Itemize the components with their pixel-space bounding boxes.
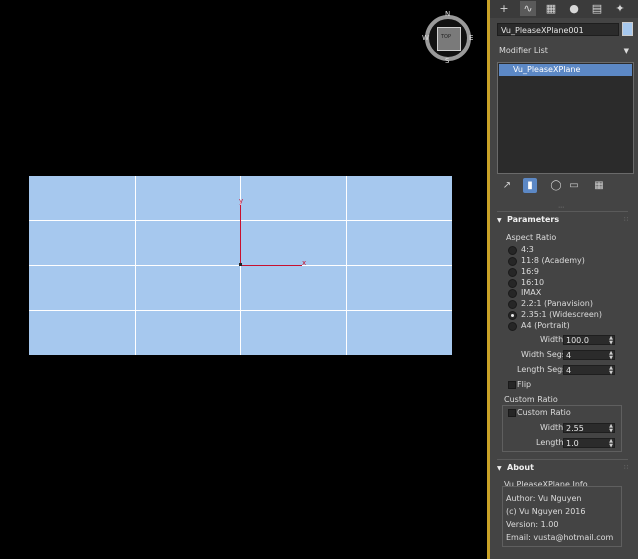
radio-label[interactable]: A4 (Portrait) [521,321,570,330]
about-copyright: (c) Vu Nguyen 2016 [506,507,586,516]
flip-checkbox[interactable] [508,381,516,389]
x-axis-label: x [302,259,307,267]
modifier-stack-item[interactable]: Vu_PleaseXPlane [499,64,632,76]
command-panel-tabs: + ∿ ▦ ● ▤ ✦ [490,0,638,18]
custom-length-value: 1.0 [566,439,579,448]
radio-label[interactable]: 2.2:1 (Panavision) [521,299,593,308]
custom-width-value: 2.55 [566,424,584,433]
utilities-tab-wrench-icon[interactable]: ✦ [612,1,628,16]
motion-tab-icon[interactable]: ● [566,1,582,16]
dropdown-arrow-icon: ▼ [623,47,629,55]
command-panel: + ∿ ▦ ● ▤ ✦ Vu_PleaseXPlane001 Modifier … [490,0,638,559]
about-email: Email: vusta@hotmail.com [506,533,614,542]
spinner-arrows-icon[interactable]: ▲ ▼ [609,424,613,434]
width-segs-value: 4 [566,351,572,360]
display-tab-icon[interactable]: ▤ [589,1,605,16]
rollout-options-icon: ∷ [624,216,628,223]
spinner-arrows-icon[interactable]: ▲ ▼ [609,439,613,449]
width-label: Width [540,335,564,344]
custom-length-label: Length [536,438,564,447]
radio-panavision[interactable] [508,300,517,309]
y-axis-label: y [239,197,244,205]
length-segs-label: Length Segs [517,365,567,374]
object-color-swatch[interactable] [622,22,633,36]
perspective-viewport[interactable]: y x TOP N S W E [0,0,489,559]
flip-label[interactable]: Flip [517,380,531,389]
x-axis-gizmo[interactable] [241,265,302,266]
radio-label[interactable]: IMAX [521,288,541,297]
viewcube-face-label: TOP [441,34,452,40]
spinner-arrows-icon[interactable]: ▲ ▼ [609,366,613,376]
collapse-arrow-icon: ▼ [497,217,502,224]
compass-west[interactable]: W [422,34,429,42]
width-spinner[interactable]: 100.0 ▲ ▼ [563,335,615,346]
radio-16-9[interactable] [508,268,517,277]
pivot-point [239,263,242,266]
rollout-separator [497,459,628,460]
compass-south[interactable]: S [445,57,449,65]
parameters-title: Parameters [507,215,560,224]
about-author: Author: Vu Nguyen [506,494,582,503]
pin-stack-icon[interactable]: ↗ [500,178,514,193]
object-name-field[interactable]: Vu_PleaseXPlane001 [497,23,619,36]
rollout-grip[interactable]: ⋯ [558,204,564,211]
radio-label[interactable]: 2.35:1 (Widescreen) [521,310,602,319]
configure-modifier-sets-icon[interactable]: ▦ [592,178,606,193]
y-axis-gizmo[interactable] [240,205,241,265]
about-version: Version: 1.00 [506,520,559,529]
parameters-rollout-header[interactable]: ▼ Parameters ∷ [497,213,628,226]
width-value: 100.0 [566,336,589,345]
custom-length-spinner[interactable]: 1.0 ▲ ▼ [563,438,615,449]
length-segs-value: 4 [566,366,572,375]
radio-a4-portrait[interactable] [508,322,517,331]
radio-label[interactable]: 11:8 (Academy) [521,256,585,265]
radio-label[interactable]: 16:10 [521,278,544,287]
remove-modifier-icon[interactable]: ▭ [567,178,581,193]
width-segs-label: Width Segs [521,350,567,359]
collapse-arrow-icon: ▼ [497,465,502,472]
radio-11-8[interactable] [508,257,517,266]
show-end-result-icon[interactable]: ▮ [523,178,537,193]
compass-east[interactable]: E [469,34,473,42]
compass-north[interactable]: N [445,10,450,18]
radio-imax[interactable] [508,289,517,298]
aspect-ratio-label: Aspect Ratio [506,233,557,242]
radio-label[interactable]: 4:3 [521,245,534,254]
radio-16-10[interactable] [508,279,517,288]
about-rollout-header[interactable]: ▼ About ∷ [497,461,628,474]
radio-label[interactable]: 16:9 [521,267,539,276]
radio-4-3[interactable] [508,246,517,255]
rollout-separator [497,211,628,212]
radio-widescreen-selected[interactable] [508,311,517,320]
spinner-arrows-icon[interactable]: ▲ ▼ [609,351,613,361]
rollout-options-icon: ∷ [624,464,628,471]
hierarchy-tab-icon[interactable]: ▦ [543,1,559,16]
modifier-list-dropdown[interactable]: Modifier List ▼ [497,44,633,58]
make-unique-icon[interactable]: ◯ [549,178,563,193]
modifier-stack[interactable]: Vu_PleaseXPlane [497,62,634,174]
modify-tab-curve-icon[interactable]: ∿ [520,1,536,16]
custom-ratio-group-label: Custom Ratio [504,395,558,404]
length-segs-spinner[interactable]: 4 ▲ ▼ [563,365,615,376]
spinner-arrows-icon[interactable]: ▲ ▼ [609,336,613,346]
custom-width-label: Width [540,423,564,432]
modifier-list-label: Modifier List [499,46,548,55]
custom-ratio-label[interactable]: Custom Ratio [517,408,571,417]
custom-width-spinner[interactable]: 2.55 ▲ ▼ [563,423,615,434]
custom-ratio-checkbox[interactable] [508,409,516,417]
width-segs-spinner[interactable]: 4 ▲ ▼ [563,350,615,361]
about-title: About [507,463,534,472]
create-tab-plus-icon[interactable]: + [496,1,512,16]
modifier-stack-toolbar: ↗ ▮ ◯ ▭ ▦ [495,178,633,194]
plane-gridline [29,310,452,311]
